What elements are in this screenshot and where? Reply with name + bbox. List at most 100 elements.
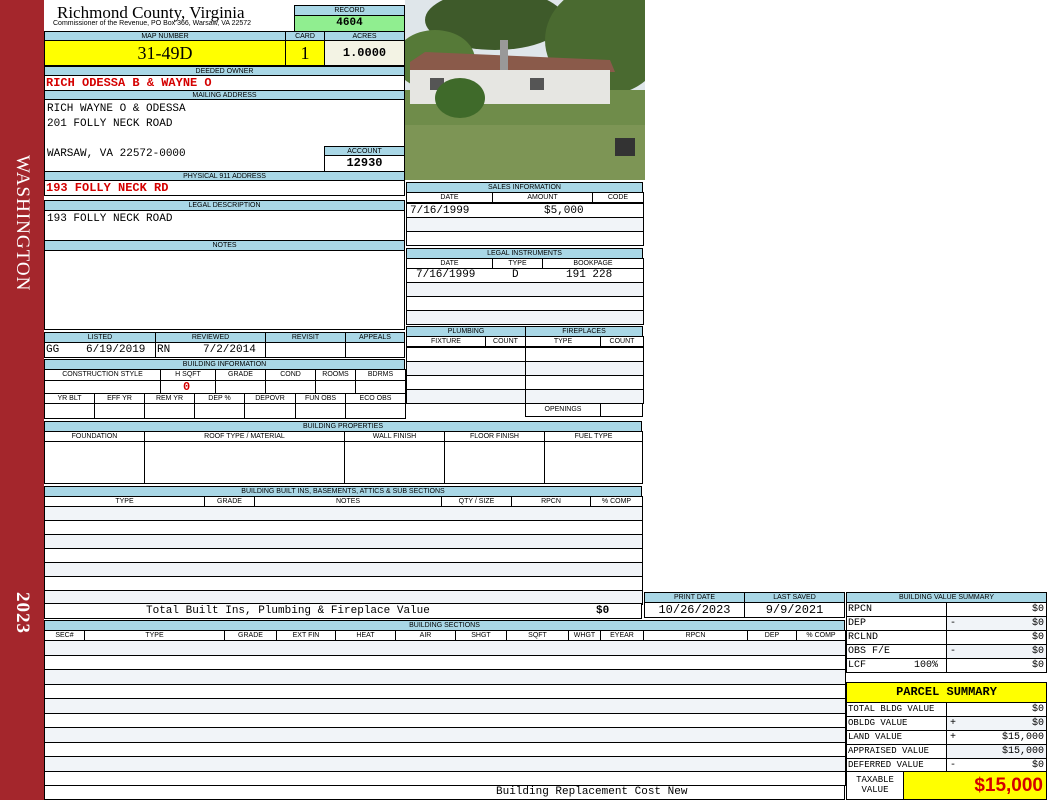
taxable-value: $15,000	[903, 771, 1047, 800]
operator-sign: -	[950, 646, 957, 657]
plumbing-header: FIXTURE	[406, 336, 486, 347]
built-in-row	[44, 506, 643, 521]
column-divider	[525, 348, 526, 361]
column-divider	[642, 507, 643, 520]
district-name: WASHINGTON	[12, 155, 33, 292]
value-summary-value: $0	[1031, 618, 1044, 629]
column-divider	[643, 311, 644, 324]
deeded-owner: RICH ODESSA B & WAYNE O	[46, 76, 212, 90]
built-in-row	[44, 520, 643, 535]
column-divider	[643, 269, 644, 282]
last-saved-date: 9/9/2021	[744, 602, 845, 618]
building-section-row	[44, 654, 846, 670]
parcel-summary-label: APPRAISED VALUE	[848, 746, 930, 756]
column-divider	[643, 297, 644, 310]
plumbing-fireplace-row	[406, 347, 644, 362]
column-divider	[265, 381, 266, 393]
replacement-cost-row	[44, 785, 845, 800]
column-divider	[643, 218, 644, 231]
physical-address: 193 FOLLY NECK RD	[46, 181, 169, 195]
column-divider	[642, 563, 643, 576]
value-summary-label: OBS F/E	[848, 646, 891, 657]
value-summary-value: $0	[1031, 632, 1044, 643]
instrument-cell: D	[512, 269, 519, 281]
plumbing-fireplace-row	[406, 361, 644, 376]
office-address: Commissioner of the Revenue, PO Box 366,…	[53, 20, 252, 27]
parcel-summary-label: TOTAL BLDG VALUE	[848, 704, 935, 714]
sales-cell: 7/16/1999	[410, 205, 470, 217]
building-section-row	[44, 741, 846, 757]
fireplaces-header: COUNT	[600, 336, 644, 347]
column-divider	[144, 404, 145, 418]
built-in-row	[44, 548, 643, 563]
parcel-summary-value: $15,000	[1001, 732, 1044, 743]
lcf-percent: 100%	[914, 660, 939, 671]
column-divider	[244, 404, 245, 418]
column-divider	[643, 283, 644, 296]
house-photo-image	[405, 0, 645, 180]
parcel-summary-label: OBLDG VALUE	[848, 718, 908, 728]
built-in-row	[44, 576, 643, 591]
value-summary-value: $0	[1031, 660, 1044, 671]
building-section-row	[44, 770, 846, 786]
parcel-summary-title: PARCEL SUMMARY	[846, 682, 1047, 703]
operator-sign: +	[950, 718, 957, 729]
building-info-row	[44, 380, 406, 394]
instrument-cell: 191 228	[566, 269, 613, 281]
building-section-row	[44, 756, 846, 772]
reviewed-by: RN	[157, 344, 171, 356]
plumbing-fireplace-row	[406, 375, 644, 390]
column-divider	[642, 577, 643, 590]
built-in-row	[44, 534, 643, 549]
sales-header: CODE	[592, 192, 644, 203]
building-section-row	[44, 683, 846, 699]
building-section-row	[44, 669, 846, 685]
operator-sign: -	[950, 618, 957, 629]
plumbing-fireplace-row	[406, 389, 644, 404]
column-divider	[642, 591, 643, 604]
legal-description: 193 FOLLY NECK ROAD	[47, 213, 173, 225]
column-divider	[295, 404, 296, 418]
openings-value	[600, 403, 643, 417]
instrument-row	[406, 296, 644, 311]
building-info-row	[44, 403, 406, 419]
column-divider	[444, 442, 445, 483]
acres-value: 1.0000	[324, 40, 405, 66]
value-summary-label: LCF	[848, 660, 867, 671]
column-divider	[643, 232, 644, 245]
building-section-row	[44, 698, 846, 714]
column-divider	[642, 521, 643, 534]
parcel-summary-value: $15,000	[1001, 746, 1044, 757]
built-ins-total-value: $0	[596, 605, 610, 617]
column-divider	[315, 381, 316, 393]
parcel-summary-value: $0	[1031, 718, 1044, 729]
building-properties-row	[44, 441, 643, 484]
building-section-row	[44, 640, 846, 656]
h-sqft-value: 0	[183, 380, 191, 394]
value-summary-label: DEP	[848, 618, 867, 629]
record-number: 4604	[294, 15, 405, 32]
value-summary-value: $0	[1031, 604, 1044, 615]
column-divider	[525, 390, 526, 403]
parcel-summary-value: $0	[1031, 704, 1044, 715]
sales-row	[406, 217, 644, 232]
property-photo	[405, 0, 645, 180]
column-divider	[344, 442, 345, 483]
taxable-value-label: TAXABLE VALUE	[846, 771, 904, 800]
column-divider	[525, 376, 526, 389]
sales-cell: $5,000	[544, 205, 584, 217]
district-sidebar: WASHINGTON 2023	[0, 0, 44, 800]
operator-sign: +	[950, 732, 957, 743]
mailing-line: RICH WAYNE O & ODESSA	[47, 103, 186, 115]
mailing-line: WARSAW, VA 22572-0000	[47, 148, 186, 160]
column-divider	[544, 442, 545, 483]
column-divider	[215, 381, 216, 393]
column-divider	[642, 549, 643, 562]
notes-box	[44, 250, 405, 330]
built-ins-total-label: Total Built Ins, Plumbing & Fireplace Va…	[146, 605, 430, 617]
column-divider	[160, 381, 161, 393]
column-divider	[144, 442, 145, 483]
listed-by: GG	[46, 344, 60, 356]
instrument-row	[406, 310, 644, 325]
map-number: 31-49D	[44, 40, 286, 66]
